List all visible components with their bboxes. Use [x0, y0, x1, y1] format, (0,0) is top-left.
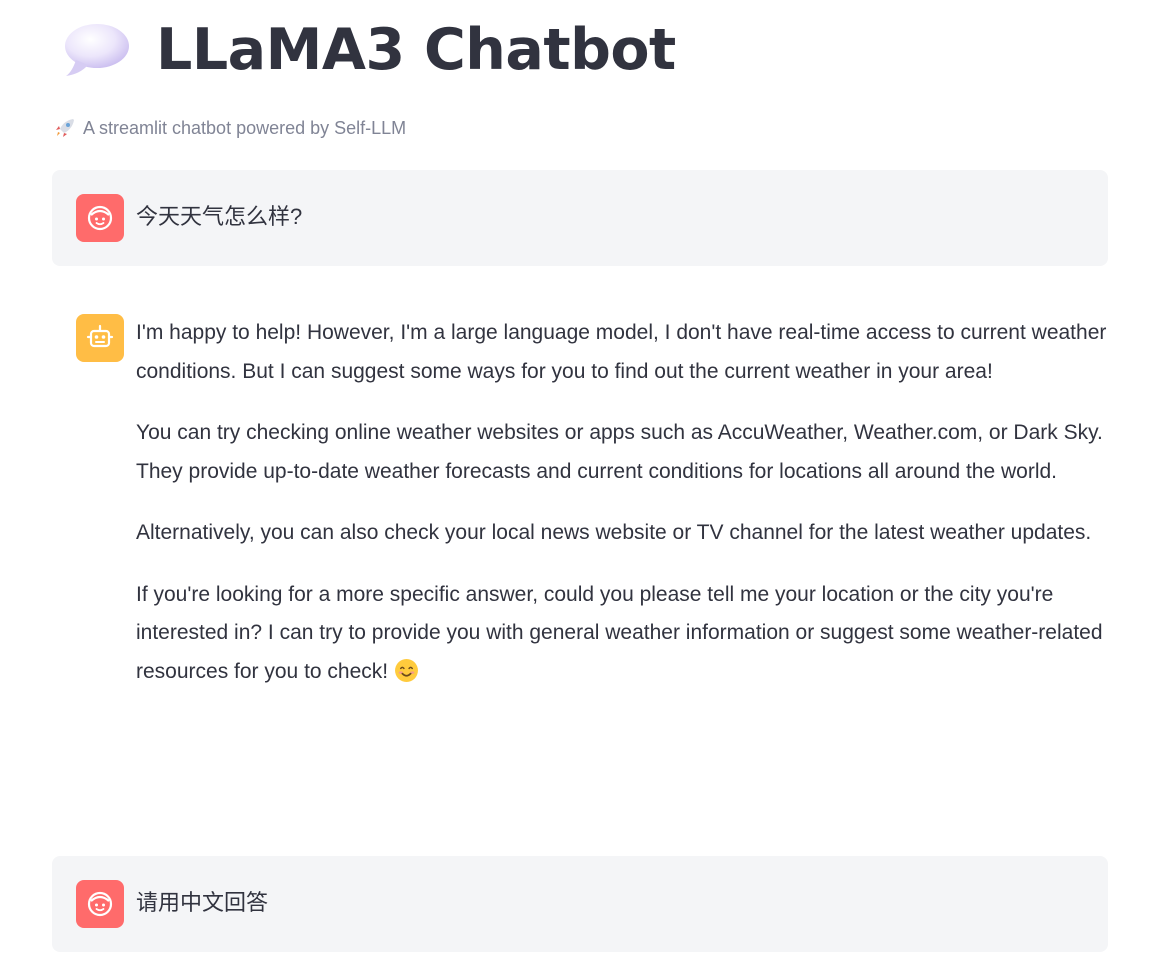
message-text: I'm happy to help! However, I'm a large …	[136, 314, 1108, 714]
message-text: 今天天气怎么样?	[136, 204, 303, 229]
chat-message-user: 请用中文回答	[52, 856, 1108, 952]
rocket-icon	[56, 119, 74, 137]
message-paragraph-text: If you're looking for a more specific an…	[136, 582, 1103, 683]
page-header: LLaMA3 Chatbot	[62, 14, 676, 86]
chat-page: LLaMA3 Chatbot A streamlit chatbot power…	[0, 0, 1167, 975]
assistant-avatar	[76, 314, 124, 362]
chat-message-user: 今天天气怎么样?	[52, 170, 1108, 266]
caption-text: A streamlit chatbot powered by Self-LLM	[83, 117, 407, 138]
smiling-face-icon	[395, 658, 418, 682]
message-paragraph: You can try checking online weather webs…	[136, 421, 1103, 483]
speech-balloon-icon	[65, 24, 129, 76]
user-avatar	[76, 194, 124, 242]
page-title: LLaMA3 Chatbot	[156, 17, 676, 83]
message-text: 请用中文回答	[136, 890, 269, 915]
message-paragraph-last: If you're looking for a more specific an…	[136, 576, 1108, 692]
message-paragraph: Alternatively, you can also check your l…	[136, 521, 1092, 544]
page-caption: A streamlit chatbot powered by Self-LLM	[53, 116, 406, 140]
user-avatar	[76, 880, 124, 928]
user-face-icon	[87, 891, 113, 917]
message-paragraph: I'm happy to help! However, I'm a large …	[136, 321, 1107, 383]
robot-face-icon	[86, 324, 114, 348]
user-face-icon	[87, 205, 113, 231]
chat-message-assistant: I'm happy to help! However, I'm a large …	[52, 290, 1108, 830]
